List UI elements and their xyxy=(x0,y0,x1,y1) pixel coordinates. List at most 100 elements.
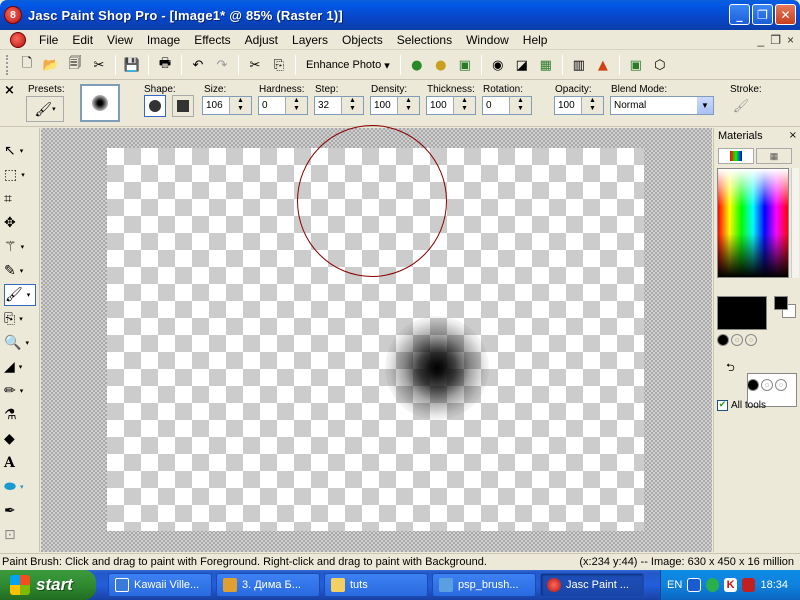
start-button[interactable]: start xyxy=(0,570,96,600)
new-file-icon[interactable]: 🗋 xyxy=(16,54,38,76)
document-icon[interactable] xyxy=(10,31,26,48)
tab-swatches[interactable]: ▦ xyxy=(756,148,792,164)
messenger-icon[interactable] xyxy=(705,578,719,592)
gradient-icon[interactable]: ◌ xyxy=(731,334,743,346)
hardness-input[interactable]: 0 ▲ ▼ xyxy=(258,96,308,115)
menu-file[interactable]: File xyxy=(32,30,65,50)
menu-effects[interactable]: Effects xyxy=(187,30,237,50)
menu-objects[interactable]: Objects xyxy=(335,30,390,50)
swap-colors-icon[interactable]: ⮌ xyxy=(726,359,735,378)
color-icon[interactable] xyxy=(717,334,729,346)
menu-view[interactable]: View xyxy=(100,30,140,50)
color-icon[interactable] xyxy=(747,379,759,391)
spin-arrows-icon[interactable]: ▲ ▼ xyxy=(397,97,419,114)
thickness-input[interactable]: 100 ▲ ▼ xyxy=(426,96,476,115)
triangle-icon[interactable]: ▲ xyxy=(592,54,614,76)
color-spectrum[interactable] xyxy=(717,168,789,278)
cut-icon[interactable]: ✂ xyxy=(244,54,266,76)
presets-button[interactable]: 🖌 ▾ xyxy=(26,96,64,122)
crop-tool-icon[interactable]: ⌗ xyxy=(4,188,36,210)
tray-app-icon[interactable] xyxy=(742,578,756,592)
red-eye-icon[interactable]: ◉ xyxy=(487,54,509,76)
move-tool-icon[interactable]: ✥ xyxy=(4,212,36,234)
save-icon[interactable]: 💾 xyxy=(121,54,143,76)
round-shape-button[interactable] xyxy=(144,95,166,117)
minimize-button[interactable]: _ xyxy=(729,4,750,25)
blend-mode-select[interactable]: Normal ▼ xyxy=(610,96,714,115)
flood-fill-icon[interactable]: ◆ xyxy=(4,428,36,450)
dodge-tool-icon[interactable]: ◢ ▾ xyxy=(4,356,36,378)
menu-adjust[interactable]: Adjust xyxy=(238,30,285,50)
paint-brush-tool-icon[interactable]: 🖌 ▾ xyxy=(4,284,36,306)
brush-tip-preview[interactable] xyxy=(80,84,120,122)
text-tool-icon[interactable]: A xyxy=(4,452,36,474)
print-icon[interactable]: 🖶 xyxy=(154,54,176,76)
redo-icon[interactable]: ↷ xyxy=(211,54,233,76)
histogram-icon[interactable]: ▥ xyxy=(568,54,590,76)
taskbar-item-jasc-paint[interactable]: Jasc Paint ... xyxy=(540,573,644,597)
image-canvas[interactable] xyxy=(107,125,644,531)
smart-photo-fix-icon[interactable]: ● xyxy=(430,54,452,76)
object-selector-icon[interactable]: ⊡ xyxy=(4,524,36,546)
menu-help[interactable]: Help xyxy=(516,30,555,50)
palette-scrollbar[interactable] xyxy=(791,168,799,278)
spin-arrows-icon[interactable]: ▲ ▼ xyxy=(509,97,531,114)
magic-wand-icon[interactable]: ⚚ ▾ xyxy=(4,236,36,258)
spin-arrows-icon[interactable]: ▲ ▼ xyxy=(229,97,251,114)
taskbar-item-dima[interactable]: 3. Дима Б... xyxy=(216,573,320,597)
pattern-icon[interactable]: ○ xyxy=(745,334,757,346)
spin-arrows-icon[interactable]: ▲ ▼ xyxy=(453,97,475,114)
restore-button[interactable]: ❐ xyxy=(752,4,773,25)
browse-icon[interactable]: 🗐 xyxy=(64,54,86,76)
opacity-input[interactable]: 100 ▲ ▼ xyxy=(554,96,604,115)
materials-close-icon[interactable]: × xyxy=(789,128,797,144)
rotation-input[interactable]: 0 ▲ ▼ xyxy=(482,96,532,115)
options-close-icon[interactable]: × xyxy=(4,83,15,98)
eraser-tool-icon[interactable]: ✏ ▾ xyxy=(4,380,36,402)
picture-tube-icon[interactable]: ⚗ xyxy=(4,404,36,426)
foreground-properties-swatch[interactable] xyxy=(717,296,767,330)
taskbar-item-tuts[interactable]: tuts xyxy=(324,573,428,597)
stroke-button[interactable]: 🖌 xyxy=(730,95,752,117)
clone-brush-icon[interactable]: ⎘ ▾ xyxy=(4,308,36,330)
open-folder-icon[interactable]: 📂 xyxy=(40,54,62,76)
language-indicator[interactable]: EN xyxy=(667,579,682,591)
doc-restore-button[interactable]: ❐ xyxy=(770,33,781,47)
taskbar-item-kawaii[interactable]: Kawaii Ville... xyxy=(108,573,212,597)
menu-image[interactable]: Image xyxy=(140,30,187,50)
photo-landscape-icon[interactable]: ▣ xyxy=(454,54,476,76)
foreground-color-mini[interactable] xyxy=(774,296,788,310)
gradient-icon[interactable]: ◌ xyxy=(761,379,773,391)
spin-arrows-icon[interactable]: ▲ ▼ xyxy=(581,97,603,114)
undo-icon[interactable]: ↶ xyxy=(187,54,209,76)
pick-tool-icon[interactable]: ↖ ▾ xyxy=(4,140,36,162)
color-balance-icon[interactable]: ▦ xyxy=(535,54,557,76)
menu-window[interactable]: Window xyxy=(459,30,516,50)
enhance-photo-button[interactable]: Enhance Photo ▾ xyxy=(300,54,396,76)
menu-selections[interactable]: Selections xyxy=(390,30,459,50)
cube-icon[interactable]: ⬡ xyxy=(649,54,671,76)
pattern-icon[interactable]: ○ xyxy=(775,379,787,391)
all-tools-checkbox[interactable]: ✔ xyxy=(717,400,728,411)
size-input[interactable]: 106 ▲ ▼ xyxy=(202,96,252,115)
preset-shape-icon[interactable]: ⬬ ▾ xyxy=(4,476,36,498)
paint-shop-pro-icon[interactable]: 8 xyxy=(4,6,22,24)
taskbar-item-psp-brush[interactable]: psp_brush... xyxy=(432,573,536,597)
picture-frame-icon[interactable]: ▣ xyxy=(625,54,647,76)
menu-edit[interactable]: Edit xyxy=(65,30,100,50)
close-button[interactable]: ✕ xyxy=(775,4,796,25)
menu-layers[interactable]: Layers xyxy=(285,30,335,50)
dropper-tool-icon[interactable]: ✎ ▾ xyxy=(4,260,36,282)
toolbar-grip[interactable] xyxy=(6,55,9,75)
tab-frame[interactable] xyxy=(718,148,754,164)
one-step-photo-fix-icon[interactable]: ● xyxy=(406,54,428,76)
spin-arrows-icon[interactable]: ▲ ▼ xyxy=(341,97,363,114)
network-icon[interactable] xyxy=(687,578,701,592)
density-input[interactable]: 100 ▲ ▼ xyxy=(370,96,420,115)
antivirus-icon[interactable]: K xyxy=(723,578,738,592)
copy-icon[interactable]: ⎘ xyxy=(268,54,290,76)
spin-arrows-icon[interactable]: ▲ ▼ xyxy=(285,97,307,114)
step-input[interactable]: 32 ▲ ▼ xyxy=(314,96,364,115)
square-shape-button[interactable] xyxy=(172,95,194,117)
selection-tool-icon[interactable]: ⬚ ▾ xyxy=(4,164,36,186)
